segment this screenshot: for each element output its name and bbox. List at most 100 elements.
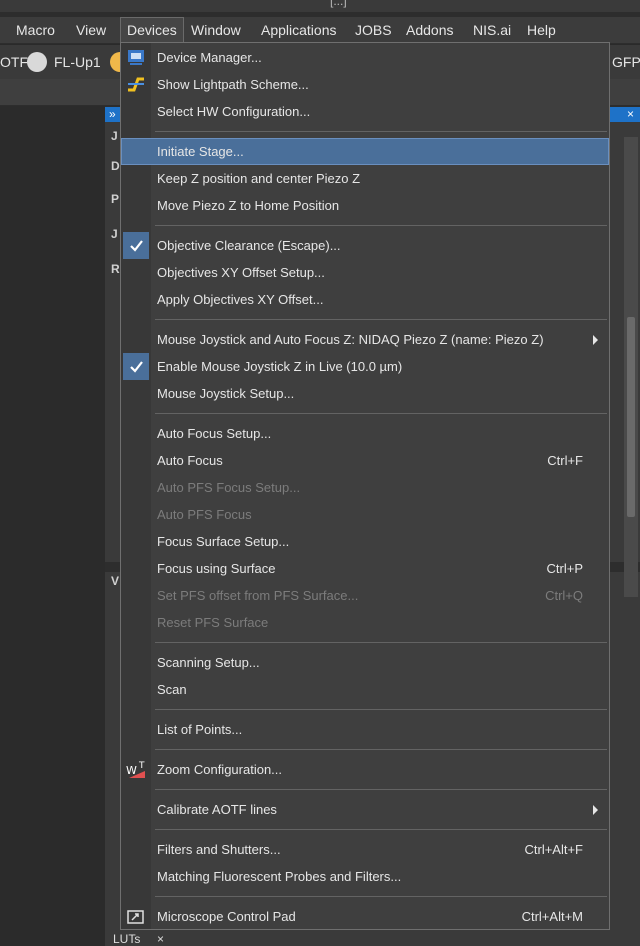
- menu-item-label: Focus Surface Setup...: [157, 534, 290, 549]
- toolbar-gfp[interactable]: GFP: [612, 45, 640, 79]
- menu-item-label: Auto PFS Focus: [157, 507, 252, 522]
- menu-item-filters-and-shutters[interactable]: Filters and Shutters... Ctrl+Alt+F: [121, 836, 609, 863]
- menu-item-objectives-xy-offset-setup[interactable]: Objectives XY Offset Setup...: [121, 259, 609, 286]
- menu-item-label: Focus using Surface: [157, 561, 276, 576]
- control-pad-icon: [125, 907, 147, 926]
- zoom-config-icon: WT: [125, 760, 147, 779]
- menu-item-label: Microscope Control Pad: [157, 909, 296, 924]
- menu-item-calibrate-aotf-lines[interactable]: Calibrate AOTF lines: [121, 796, 609, 823]
- panel-row-letter: J: [111, 129, 118, 143]
- menu-window[interactable]: Window: [185, 17, 247, 43]
- menu-item-scanning-setup[interactable]: Scanning Setup...: [121, 649, 609, 676]
- menu-item-select-hw-configuration[interactable]: Select HW Configuration...: [121, 98, 609, 125]
- menu-item-focus-using-surface[interactable]: Focus using Surface Ctrl+P: [121, 555, 609, 582]
- toolbar-otf[interactable]: OTF: [0, 45, 28, 79]
- close-icon[interactable]: ×: [627, 107, 634, 122]
- lightpath-icon: [125, 75, 147, 94]
- menu-item-mouse-joystick-setup[interactable]: Mouse Joystick Setup...: [121, 380, 609, 407]
- menu-item-label: Set PFS offset from PFS Surface...: [157, 588, 359, 603]
- menu-item-label: Calibrate AOTF lines: [157, 802, 277, 817]
- menu-item-microscope-control-pad[interactable]: Microscope Control Pad Ctrl+Alt+M: [121, 903, 609, 930]
- menu-item-list-of-points[interactable]: List of Points...: [121, 716, 609, 743]
- menu-item-label: Show Lightpath Scheme...: [157, 77, 309, 92]
- menu-item-shortcut: Ctrl+P: [546, 561, 583, 576]
- menu-item-shortcut: Ctrl+F: [547, 453, 583, 468]
- menu-item-label: Objective Clearance (Escape)...: [157, 238, 341, 253]
- menu-item-label: Auto Focus Setup...: [157, 426, 272, 441]
- menu-separator: [155, 749, 607, 750]
- menu-item-keep-z-position-and-center-piezo-z[interactable]: Keep Z position and center Piezo Z: [121, 165, 609, 192]
- menu-item-focus-surface-setup[interactable]: Focus Surface Setup...: [121, 528, 609, 555]
- expand-icon[interactable]: »: [109, 107, 116, 122]
- title-fragment: [...]: [330, 0, 347, 8]
- menu-item-mouse-joystick-and-auto-focus-z-nidaq-piezo-z-name-piezo-z[interactable]: Mouse Joystick and Auto Focus Z: NIDAQ P…: [121, 326, 609, 353]
- menu-item-label: Filters and Shutters...: [157, 842, 281, 857]
- menu-item-move-piezo-z-to-home-position[interactable]: Move Piezo Z to Home Position: [121, 192, 609, 219]
- menu-item-auto-pfs-focus-setup: Auto PFS Focus Setup...: [121, 474, 609, 501]
- menu-view[interactable]: View: [70, 17, 112, 43]
- menu-item-label: Device Manager...: [157, 50, 262, 65]
- menu-item-zoom-configuration[interactable]: W T Zoom Configuration...: [121, 756, 609, 783]
- left-panel: [0, 106, 105, 946]
- menu-item-shortcut: Ctrl+Alt+M: [521, 909, 583, 924]
- menu-item-label: Move Piezo Z to Home Position: [157, 198, 340, 213]
- menu-applications[interactable]: Applications: [255, 17, 343, 43]
- submenu-arrow-icon: [593, 805, 598, 815]
- menu-help[interactable]: Help: [521, 17, 562, 43]
- fl-up1-indicator-icon[interactable]: [27, 52, 47, 72]
- menu-separator: [155, 789, 607, 790]
- menu-item-label: Scan: [157, 682, 187, 697]
- menu-item-show-lightpath-scheme[interactable]: Show Lightpath Scheme...: [121, 71, 609, 98]
- menu-item-enable-mouse-joystick-z-in-live-10-0-m[interactable]: Enable Mouse Joystick Z in Live (10.0 µm…: [121, 353, 609, 380]
- svg-text:T: T: [138, 761, 145, 771]
- menu-devices[interactable]: Devices: [120, 17, 184, 43]
- menu-item-matching-fluorescent-probes-and-filters[interactable]: Matching Fluorescent Probes and Filters.…: [121, 863, 609, 890]
- menu-item-objective-clearance-escape[interactable]: Objective Clearance (Escape)...: [121, 232, 609, 259]
- menu-item-apply-objectives-xy-offset[interactable]: Apply Objectives XY Offset...: [121, 286, 609, 313]
- menu-item-label: List of Points...: [157, 722, 243, 737]
- menu-item-label: Objectives XY Offset Setup...: [157, 265, 325, 280]
- panel-row-letter: V: [111, 574, 120, 588]
- submenu-arrow-icon: [593, 335, 598, 345]
- title-bar: [...]: [0, 0, 640, 12]
- luts-tab[interactable]: LUTs ×: [105, 932, 175, 946]
- menu-separator: [155, 225, 607, 226]
- checkmark-icon: [123, 353, 149, 380]
- menu-item-shortcut: Ctrl+Q: [545, 588, 583, 603]
- menu-nis-ai[interactable]: NIS.ai: [467, 17, 517, 43]
- toolbar-fl-up1[interactable]: FL-Up1: [54, 45, 101, 79]
- svg-text:W: W: [126, 764, 137, 777]
- menu-item-initiate-stage[interactable]: Initiate Stage...: [121, 138, 609, 165]
- menu-macro[interactable]: Macro: [10, 17, 61, 43]
- menu-separator: [155, 896, 607, 897]
- menu-item-label: Keep Z position and center Piezo Z: [157, 171, 361, 186]
- menu-separator: [155, 709, 607, 710]
- device-manager-icon: [125, 48, 147, 67]
- menu-item-device-manager[interactable]: Device Manager...: [121, 44, 609, 71]
- menu-jobs[interactable]: JOBS: [349, 17, 398, 43]
- menu-item-auto-pfs-focus: Auto PFS Focus: [121, 501, 609, 528]
- close-icon[interactable]: ×: [157, 932, 164, 946]
- menu-bar: Macro View Devices Window Applications J…: [0, 17, 640, 43]
- menu-item-auto-focus[interactable]: Auto Focus Ctrl+F: [121, 447, 609, 474]
- panel-row-letter: P: [111, 192, 120, 206]
- menu-item-label: Select HW Configuration...: [157, 104, 311, 119]
- menu-item-shortcut: Ctrl+Alt+F: [524, 842, 583, 857]
- panel-scrollbar[interactable]: [624, 137, 638, 597]
- menu-item-reset-pfs-surface: Reset PFS Surface: [121, 609, 609, 636]
- menu-item-auto-focus-setup[interactable]: Auto Focus Setup...: [121, 420, 609, 447]
- scrollbar-thumb[interactable]: [627, 317, 635, 517]
- menu-separator: [155, 413, 607, 414]
- menu-item-label: Zoom Configuration...: [157, 762, 283, 777]
- menu-item-label: Initiate Stage...: [157, 144, 244, 159]
- menu-item-label: Mouse Joystick and Auto Focus Z: NIDAQ P…: [157, 332, 544, 347]
- menu-item-label: Matching Fluorescent Probes and Filters.…: [157, 869, 402, 884]
- devices-menu: Device Manager... Show Lightpath Scheme..…: [120, 42, 610, 930]
- menu-separator: [155, 829, 607, 830]
- panel-row-letter: J: [111, 227, 118, 241]
- menu-separator: [155, 319, 607, 320]
- checkmark-icon: [123, 232, 149, 259]
- menu-item-scan[interactable]: Scan: [121, 676, 609, 703]
- menu-addons[interactable]: Addons: [400, 17, 459, 43]
- menu-item-label: Reset PFS Surface: [157, 615, 269, 630]
